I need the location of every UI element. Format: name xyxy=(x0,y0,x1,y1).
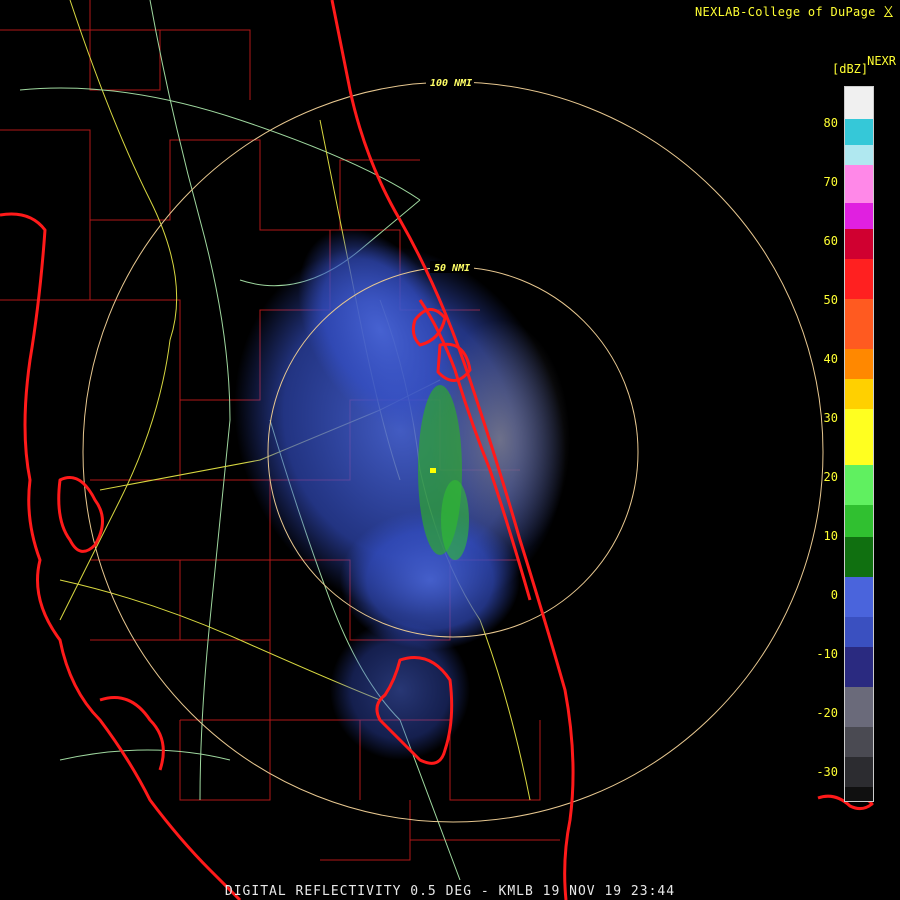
ring-label-100: 100 NMI xyxy=(430,78,472,89)
legend-tick: 80 xyxy=(823,116,838,130)
radar-echoes xyxy=(234,228,570,760)
legend-tick: 30 xyxy=(823,411,838,425)
legend-tick: 10 xyxy=(823,529,838,543)
legend-tick: 20 xyxy=(823,470,838,484)
credit-label: NEXLAB-College of DuPage ⯷ xyxy=(695,5,894,19)
legend-tick: -20 xyxy=(816,706,838,720)
reflectivity-colorbar xyxy=(844,86,874,802)
legend-tick: 40 xyxy=(823,352,838,366)
ring-label-50: 50 NMI xyxy=(434,263,470,274)
legend-tick: 0 xyxy=(830,588,838,602)
radar-map: 100 NMI 50 NMI xyxy=(0,0,874,900)
product-footer: DIGITAL REFLECTIVITY 0.5 DEG - KMLB 19 N… xyxy=(224,884,676,899)
units-label: [dBZ] xyxy=(832,62,869,76)
legend-tick: 70 xyxy=(823,175,838,189)
product-label: NEXR xyxy=(867,54,896,68)
legend-tick: -10 xyxy=(816,647,838,661)
legend-tick: -30 xyxy=(816,765,838,779)
nexlab-logo-icon: ⯷ xyxy=(883,5,894,19)
legend-tick: 60 xyxy=(823,234,838,248)
legend-tick: 50 xyxy=(823,293,838,307)
